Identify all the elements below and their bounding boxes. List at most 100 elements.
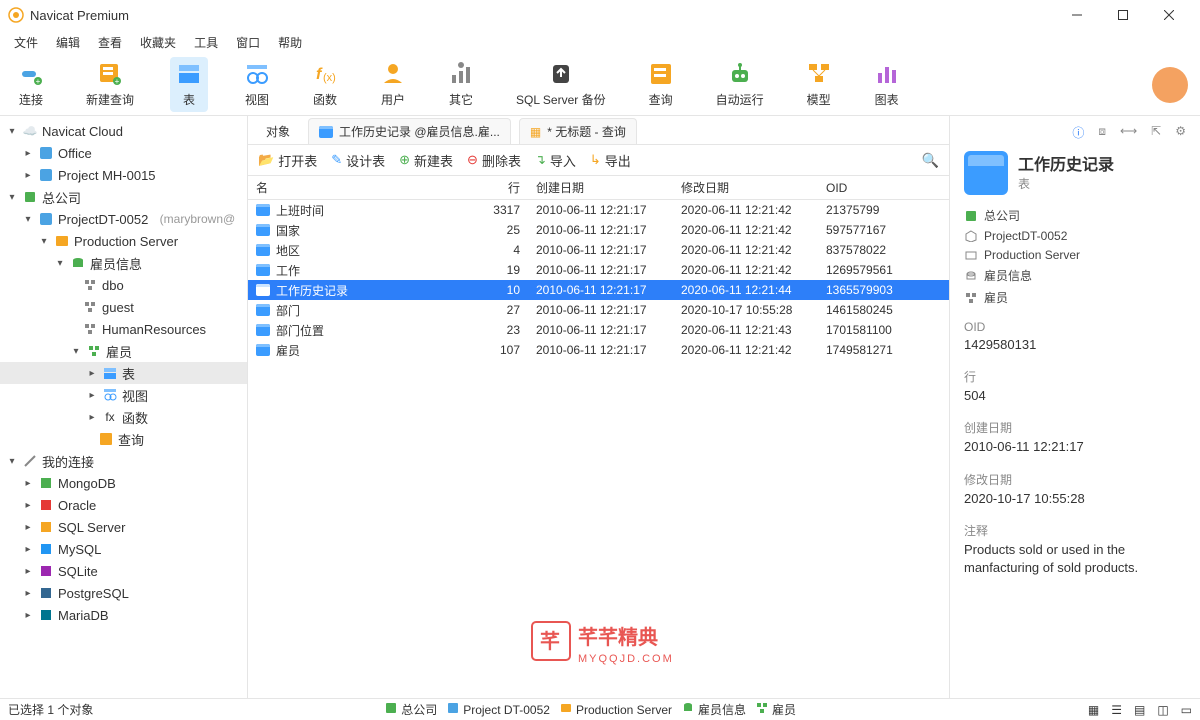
open-table-button[interactable]: 📂打开表 [258,151,317,170]
status-path-item[interactable]: Project DT-0052 [447,701,550,718]
tree-mysql[interactable]: ▸MySQL [0,538,247,560]
view-full-icon[interactable]: ▭ [1181,703,1192,717]
breadcrumb-item[interactable]: 雇员信息 [964,267,1186,284]
tree-cloud[interactable]: ▾☁️Navicat Cloud [0,120,247,142]
col-modified[interactable]: 修改日期 [673,179,818,196]
table-row[interactable]: 上班时间33172010-06-11 12:21:172020-06-11 12… [248,200,949,220]
menu-help[interactable]: 帮助 [270,31,310,54]
tool-table[interactable]: 表 [170,57,208,112]
tree-obj-functions[interactable]: ▸fx函数 [0,406,247,428]
new-table-button[interactable]: ⊕新建表 [399,151,453,170]
table-row[interactable]: 国家252010-06-11 12:21:172020-06-11 12:21:… [248,220,949,240]
tool-chart[interactable]: 图表 [868,57,906,112]
menu-view[interactable]: 查看 [90,31,130,54]
tree-schema-hr[interactable]: HumanResources [0,318,247,340]
table-row[interactable]: 部门位置232010-06-11 12:21:172020-06-11 12:2… [248,320,949,340]
menu-favorites[interactable]: 收藏夹 [132,31,184,54]
col-created[interactable]: 创建日期 [528,179,673,196]
tool-view[interactable]: 视图 [238,57,276,112]
schema-icon [82,277,98,293]
view-grid-icon[interactable]: ▦ [1088,703,1099,717]
breadcrumb-item[interactable]: 总公司 [964,207,1186,224]
status-path-item[interactable]: 雇员 [756,701,796,718]
col-oid[interactable]: OID [818,181,938,195]
tree-database[interactable]: ▾雇员信息 [0,252,247,274]
tree-schema-emp[interactable]: ▾雇员 [0,340,247,362]
query-icon [98,431,114,447]
cloud-icon: ☁️ [22,123,38,139]
menu-edit[interactable]: 编辑 [48,31,88,54]
view-detail-icon[interactable]: ▤ [1134,703,1145,717]
col-name[interactable]: 名 [248,179,458,196]
breadcrumb-item[interactable]: Production Server [964,248,1186,262]
table-icon [256,244,270,256]
expand-icon[interactable]: ⇱ [1151,124,1161,141]
status-path-item[interactable]: Production Server [560,701,672,718]
tool-new-query[interactable]: +新建查询 [80,57,140,112]
table-row[interactable]: 工作历史记录102010-06-11 12:21:172020-06-11 12… [248,280,949,300]
tool-model[interactable]: 模型 [800,57,838,112]
tree-project-mh[interactable]: ▸Project MH-0015 [0,164,247,186]
tree-prod-server[interactable]: ▾Production Server [0,230,247,252]
schema-icon [82,321,98,337]
crumb-icon [964,209,978,223]
design-table-button[interactable]: ✎设计表 [331,151,385,170]
tool-backup[interactable]: SQL Server 备份 [510,57,612,112]
tree-postgresql[interactable]: ▸PostgreSQL [0,582,247,604]
col-rows[interactable]: 行 [458,179,528,196]
ddl-icon[interactable]: ⧈ [1098,124,1106,141]
table-row[interactable]: 雇员1072010-06-11 12:21:172020-06-11 12:21… [248,340,949,360]
maximize-button[interactable] [1100,0,1146,30]
tree-office[interactable]: ▸Office [0,142,247,164]
tab-workhistory[interactable]: 工作历史记录 @雇员信息.雇... [308,118,511,144]
view-list-icon[interactable]: ☰ [1111,703,1122,717]
tree-company[interactable]: ▾总公司 [0,186,247,208]
user-avatar[interactable] [1152,67,1188,103]
minimize-button[interactable] [1054,0,1100,30]
tool-connection[interactable]: +连接 [12,57,50,112]
table-row[interactable]: 地区42010-06-11 12:21:172020-06-11 12:21:4… [248,240,949,260]
tree-mariadb[interactable]: ▸MariaDB [0,604,247,626]
status-path-item[interactable]: 雇员信息 [682,701,746,718]
tool-user[interactable]: 用户 [374,57,412,112]
tool-query[interactable]: 查询 [642,57,680,112]
tree-sqlserver[interactable]: ▸SQL Server [0,516,247,538]
table-row[interactable]: 工作192010-06-11 12:21:172020-06-11 12:21:… [248,260,949,280]
table-body: 上班时间33172010-06-11 12:21:172020-06-11 12… [248,200,949,360]
tree-my-connections[interactable]: ▾我的连接 [0,450,247,472]
tree-schema-guest[interactable]: guest [0,296,247,318]
menu-file[interactable]: 文件 [6,31,46,54]
backup-icon [548,61,574,87]
tab-untitled-query[interactable]: ▦* 无标题 - 查询 [519,118,637,144]
relation-icon[interactable]: ⟷ [1120,124,1137,141]
close-button[interactable] [1146,0,1192,30]
gear-icon[interactable]: ⚙ [1175,124,1186,141]
tree-obj-queries[interactable]: 查询 [0,428,247,450]
delete-table-button[interactable]: ⊖删除表 [467,151,521,170]
tree-schema-dbo[interactable]: dbo [0,274,247,296]
tab-objects[interactable]: 对象 [256,118,300,144]
table-row[interactable]: 部门272010-06-11 12:21:172020-10-17 10:55:… [248,300,949,320]
tree-oracle[interactable]: ▸Oracle [0,494,247,516]
export-icon: ↳ [590,152,601,168]
tool-automation[interactable]: 自动运行 [710,57,770,112]
menu-window[interactable]: 窗口 [228,31,268,54]
status-path-item[interactable]: 总公司 [385,701,437,718]
tool-other[interactable]: 其它 [442,57,480,112]
tree-mongodb[interactable]: ▸MongoDB [0,472,247,494]
breadcrumb-item[interactable]: ProjectDT-0052 [964,229,1186,243]
tool-function[interactable]: f(x)函数 [306,57,344,112]
tree-obj-views[interactable]: ▸视图 [0,384,247,406]
fx-icon: fx [102,409,118,425]
menu-tools[interactable]: 工具 [186,31,226,54]
view-split-icon[interactable]: ◫ [1157,703,1168,717]
export-button[interactable]: ↳导出 [590,151,631,170]
tree-obj-tables[interactable]: ▸表 [0,362,247,384]
tree-projectdt[interactable]: ▾ProjectDT-0052 (marybrown@ [0,208,247,230]
tree-sqlite[interactable]: ▸SQLite [0,560,247,582]
info-icon[interactable]: ⓘ [1072,124,1084,141]
search-icon[interactable]: 🔍 [922,152,939,169]
query-icon [648,61,674,87]
import-button[interactable]: ↴导入 [535,151,576,170]
breadcrumb-item[interactable]: 雇员 [964,289,1186,306]
